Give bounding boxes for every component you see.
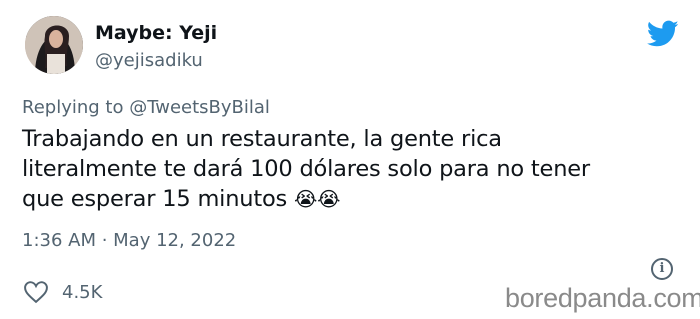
watermark-logo: boredpanda.com xyxy=(505,283,700,313)
tweet-line-3-text: que esperar 15 minutos xyxy=(22,186,288,212)
tweet-timestamp[interactable]: 1:36 AM · May 12, 2022 xyxy=(22,230,236,251)
replying-prefix: Replying to xyxy=(22,97,124,118)
reply-mention-link[interactable]: @TweetsByBilal xyxy=(129,97,270,118)
twitter-bird-icon[interactable] xyxy=(647,20,679,48)
tweet-line-3: que esperar 15 minutos 😭😭 xyxy=(22,184,642,214)
avatar[interactable] xyxy=(25,16,83,74)
tweet-line-2: literalmente te dará 100 dólares solo pa… xyxy=(22,156,590,182)
replying-to: Replying to @TweetsByBilal xyxy=(22,97,270,118)
display-name[interactable]: Maybe: Yeji xyxy=(95,22,217,44)
tweet-line-1: Trabajando en un restaurante, la gente r… xyxy=(22,126,502,152)
like-count: 4.5K xyxy=(62,281,103,303)
heart-icon xyxy=(24,281,48,304)
tweet-text: Trabajando en un restaurante, la gente r… xyxy=(22,124,642,214)
crying-emoji: 😭😭 xyxy=(294,187,341,211)
like-button[interactable]: 4.5K xyxy=(22,280,102,304)
user-handle[interactable]: @yejisadiku xyxy=(95,50,203,71)
info-icon[interactable]: i xyxy=(651,258,673,280)
